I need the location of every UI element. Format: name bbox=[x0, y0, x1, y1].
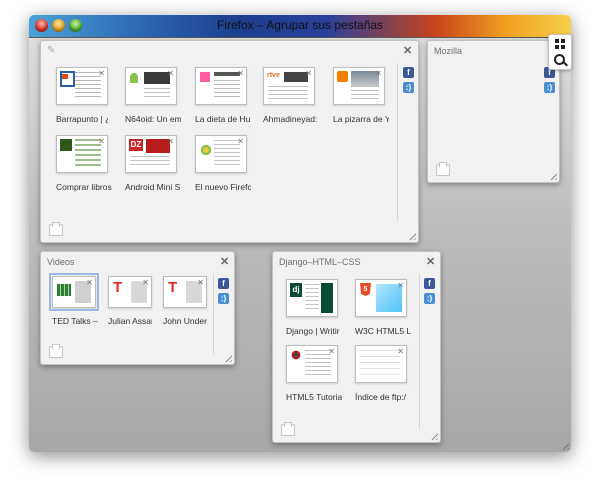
group-title[interactable]: Videos bbox=[47, 257, 74, 267]
blogger-icon bbox=[337, 71, 348, 82]
divider bbox=[397, 63, 398, 221]
book-icon bbox=[60, 139, 72, 151]
rtve-icon: rtve bbox=[267, 72, 281, 79]
tab-preview[interactable]: ✕ bbox=[195, 67, 247, 105]
tab-title: TED Talks – bbox=[52, 316, 98, 326]
tab-preview[interactable]: rtve ✕ bbox=[263, 67, 315, 105]
tab-title: La pizarra de Y bbox=[333, 114, 389, 124]
blank-page-icon bbox=[360, 350, 400, 376]
tab-preview[interactable]: ✕ bbox=[49, 273, 99, 311]
tab-preview[interactable]: DZ ✕ bbox=[125, 135, 177, 173]
ted-grid-icon bbox=[57, 284, 71, 296]
tab-title: HTML5 Tutoria bbox=[286, 392, 342, 402]
tab-preview[interactable]: ✕ bbox=[56, 67, 108, 105]
resize-handle[interactable] bbox=[548, 171, 557, 180]
tab-preview[interactable]: T ✕ bbox=[108, 276, 152, 308]
window-resize-grip[interactable] bbox=[560, 441, 569, 450]
tab-preview[interactable]: 5 ✕ bbox=[355, 279, 407, 317]
smiley-app-icon[interactable]: :) bbox=[218, 293, 229, 304]
tab-title: W3C HTML5 Lo bbox=[355, 326, 411, 336]
close-tab-icon[interactable]: ✕ bbox=[167, 137, 174, 146]
close-tab-icon[interactable]: ✕ bbox=[197, 278, 204, 287]
close-tab-icon[interactable]: ✕ bbox=[397, 347, 404, 356]
flower-icon bbox=[200, 144, 212, 156]
tab-preview[interactable]: ✕ bbox=[195, 135, 247, 173]
tab-group-django[interactable]: Django–HTML–CSS ✕ f :) dj Django | Writi… bbox=[272, 251, 441, 443]
close-tab-icon[interactable]: ✕ bbox=[237, 69, 244, 78]
tab-title: La dieta de Hu bbox=[195, 114, 251, 124]
smiley-app-icon[interactable]: :) bbox=[424, 293, 435, 304]
ted-t-icon: T bbox=[113, 279, 123, 296]
close-tab-icon[interactable]: ✕ bbox=[328, 347, 335, 356]
tab-preview[interactable]: ✕ bbox=[56, 135, 108, 173]
tab-view-controls bbox=[548, 34, 572, 70]
app-icons: f :) bbox=[544, 67, 556, 97]
camera-icon bbox=[291, 350, 301, 360]
app-icons: f :) bbox=[424, 278, 436, 308]
smiley-app-icon[interactable]: :) bbox=[544, 82, 555, 93]
tab-group-videos[interactable]: Videos ✕ f :) ✕ TED Talks – T ✕ Julian A… bbox=[40, 251, 235, 365]
close-tab-icon[interactable]: ✕ bbox=[98, 137, 105, 146]
tab-preview[interactable]: ✕ bbox=[333, 67, 385, 105]
close-group-icon[interactable]: ✕ bbox=[220, 255, 229, 268]
smiley-app-icon[interactable]: :) bbox=[403, 82, 414, 93]
tab-title: Django | Writir bbox=[286, 326, 340, 336]
group-title[interactable]: Django–HTML–CSS bbox=[279, 257, 361, 267]
facebook-icon[interactable]: f bbox=[218, 278, 229, 289]
tab-group-main[interactable]: ✎ ✕ f :) ✕ Barrapunto | ¿ ✕ N64oid: Un e… bbox=[40, 40, 419, 243]
tab-groups-canvas[interactable]: ✎ ✕ f :) ✕ Barrapunto | ¿ ✕ N64oid: Un e… bbox=[29, 38, 571, 452]
close-tab-icon[interactable]: ✕ bbox=[167, 69, 174, 78]
django-icon: dj bbox=[290, 283, 302, 297]
tab-preview[interactable]: dj bbox=[286, 279, 338, 317]
close-tab-icon[interactable]: ✕ bbox=[98, 69, 105, 78]
divider bbox=[419, 274, 420, 429]
tab-title: Comprar libros bbox=[56, 182, 112, 192]
new-tab-button[interactable] bbox=[436, 162, 450, 176]
close-group-icon[interactable]: ✕ bbox=[403, 44, 412, 57]
title-bar[interactable]: Firefox – Agrupar sus pestañas bbox=[29, 15, 571, 38]
close-group-icon[interactable]: ✕ bbox=[426, 255, 435, 268]
app-icons: f :) bbox=[218, 278, 230, 308]
tab-title: Índice de ftp:/ bbox=[355, 392, 407, 402]
close-tab-icon[interactable]: ✕ bbox=[237, 137, 244, 146]
close-tab-icon[interactable]: ✕ bbox=[397, 281, 404, 290]
ted-t-icon: T bbox=[168, 279, 178, 296]
tab-preview[interactable]: ✕ bbox=[286, 345, 338, 383]
close-tab-icon[interactable]: ✕ bbox=[305, 69, 312, 78]
facebook-icon[interactable]: f bbox=[403, 67, 414, 78]
new-tab-button[interactable] bbox=[49, 344, 63, 358]
resize-handle[interactable] bbox=[223, 353, 232, 362]
tab-preview[interactable]: ✕ bbox=[125, 67, 177, 105]
new-tab-button[interactable] bbox=[49, 222, 63, 236]
tab-preview[interactable]: ✕ bbox=[355, 345, 407, 383]
pink-square-icon bbox=[200, 72, 210, 82]
new-tab-button[interactable] bbox=[281, 422, 295, 436]
tab-title: Barrapunto | ¿ bbox=[56, 114, 108, 124]
resize-handle[interactable] bbox=[407, 231, 416, 240]
facebook-icon[interactable]: f bbox=[424, 278, 435, 289]
app-icons: f :) bbox=[403, 67, 415, 97]
tab-preview[interactable]: T ✕ bbox=[163, 276, 207, 308]
search-icon[interactable] bbox=[554, 54, 565, 65]
tab-groups-icon[interactable] bbox=[555, 39, 565, 49]
dz-icon: DZ bbox=[129, 139, 143, 151]
close-tab-icon[interactable]: ✕ bbox=[142, 278, 149, 287]
close-tab-icon[interactable]: ✕ bbox=[375, 69, 382, 78]
tab-title: Julian Assan bbox=[108, 316, 152, 326]
tab-title: N64oid: Un em bbox=[125, 114, 181, 124]
close-tab-icon[interactable]: ✕ bbox=[86, 278, 93, 287]
tab-title: John Underk bbox=[163, 316, 207, 326]
html5-icon: 5 bbox=[360, 283, 371, 296]
firefox-window: Firefox – Agrupar sus pestañas ✎ ✕ f :) … bbox=[29, 15, 571, 452]
group-title[interactable]: Mozilla bbox=[434, 46, 462, 56]
android-icon bbox=[130, 73, 138, 83]
tab-title: El nuevo Firefc bbox=[195, 182, 251, 192]
window-title: Firefox – Agrupar sus pestañas bbox=[216, 18, 384, 32]
tab-group-mozilla[interactable]: Mozilla f :) bbox=[427, 40, 560, 183]
tab-title: Android Mini S bbox=[125, 182, 181, 192]
divider bbox=[213, 274, 214, 354]
pencil-icon[interactable]: ✎ bbox=[47, 45, 55, 56]
tab-title: Ahmadineyad: bbox=[263, 114, 318, 124]
resize-handle[interactable] bbox=[429, 431, 438, 440]
